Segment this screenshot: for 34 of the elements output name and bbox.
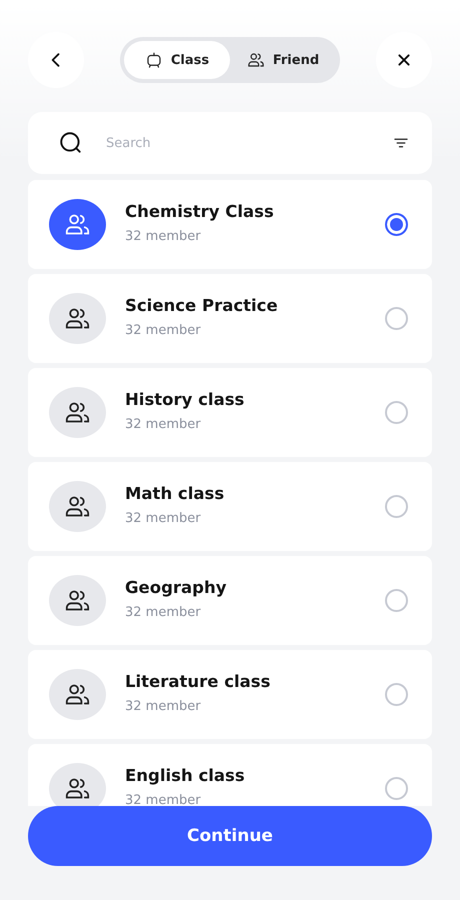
tab[interactable]: Friend [230,41,336,79]
member-count: 32 member [125,323,202,338]
radio-button[interactable] [385,307,408,330]
member-count: 32 member [125,229,202,244]
class-name: Math class [125,484,226,503]
class-name: History class [125,390,246,409]
member-count: 32 member [125,417,202,432]
search-field[interactable]: Search [104,134,372,152]
class-item[interactable]: History class 32 member [28,368,432,457]
class-name: English class [125,766,246,785]
member-count: 32 member [125,793,202,806]
tv-icon [144,51,163,69]
class-name: Chemistry Class [125,202,275,221]
radio-button[interactable] [385,589,408,612]
class-item[interactable]: Science Practice 32 member [28,274,432,363]
radio-button[interactable] [385,401,408,424]
class-item[interactable]: Geography 32 member [28,556,432,645]
radio-button[interactable] [385,777,408,800]
member-count: 32 member [125,699,202,714]
class-name: Literature class [125,672,272,691]
tab[interactable]: Class [124,41,230,79]
users-icon [246,51,265,69]
class-item[interactable]: Math class 32 member [28,462,432,551]
class-item[interactable]: English class 32 member [28,744,432,806]
member-count: 32 member [125,605,202,620]
radio-button[interactable] [385,683,408,706]
member-count: 32 member [125,511,202,526]
radio-button[interactable] [385,495,408,518]
radio-button[interactable] [385,213,408,236]
continue-button[interactable]: Continue [28,806,432,866]
class-item[interactable]: Literature class 32 member [28,650,432,739]
class-name: Science Practice [125,296,279,315]
class-item[interactable]: Chemistry Class 32 member [28,180,432,269]
class-name: Geography [125,578,228,597]
